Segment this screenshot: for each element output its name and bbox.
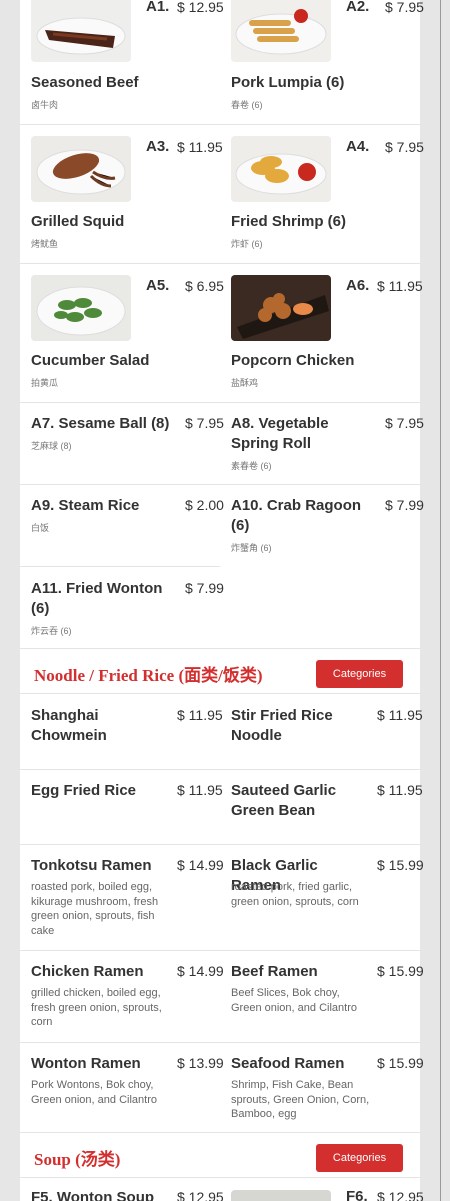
item-description: roasted pork, fried garlic, green onion,…: [231, 881, 359, 908]
soup-photo[interactable]: [231, 1190, 331, 1201]
item-price: $ 2.00: [185, 497, 224, 513]
row-divider: [20, 566, 220, 567]
cucumber-salad-photo[interactable]: [31, 275, 131, 341]
fried-shrimp-photo[interactable]: [231, 136, 331, 202]
item-price: $ 15.99: [377, 857, 424, 873]
row-divider: [20, 402, 420, 403]
item-name[interactable]: F5. Wonton Soup: [31, 1188, 171, 1201]
item-name[interactable]: Seasoned Beef: [31, 73, 139, 93]
item-name[interactable]: A11. Fried Wonton (6): [31, 579, 181, 619]
seasoned-beef-photo[interactable]: [31, 0, 131, 62]
item-price: $ 7.95: [385, 0, 424, 15]
item-code: A5.: [146, 277, 170, 294]
item-name[interactable]: A8. Vegetable Spring Roll: [231, 414, 376, 454]
item-price: $ 11.95: [177, 707, 223, 723]
item-chinese-name: 炸蟹角 (6): [231, 543, 272, 553]
item-name[interactable]: Cucumber Salad: [31, 351, 149, 371]
item-price: $ 11.95: [377, 782, 423, 798]
item-name[interactable]: Sauteed Garlic Green Bean: [231, 781, 371, 821]
item-name[interactable]: Egg Fried Rice: [31, 781, 171, 801]
item-price: $ 15.99: [377, 963, 424, 979]
item-name[interactable]: A7. Sesame Ball (8): [31, 414, 181, 434]
item-price: $ 6.95: [185, 278, 224, 294]
item-price: $ 12.95: [377, 1189, 424, 1201]
item-name[interactable]: Beef Ramen: [231, 962, 371, 982]
categories-button[interactable]: Categories: [316, 1144, 403, 1172]
item-price: $ 11.95: [377, 707, 423, 723]
item-code: A3.: [146, 138, 170, 155]
item-name[interactable]: Fried Shrimp (6): [231, 212, 346, 232]
row-divider: [20, 844, 420, 845]
item-description: Pork Wontons, Bok choy, Green onion, and…: [31, 1079, 157, 1106]
grilled-squid-photo[interactable]: [31, 136, 131, 202]
pork-lumpia-photo[interactable]: [231, 0, 331, 62]
item-price: $ 12.95: [177, 0, 224, 15]
section-title: Noodle / Fried Rice (面类/饭类): [34, 666, 263, 685]
item-chinese-name: 盐酥鸡: [231, 378, 259, 388]
row-divider: [20, 484, 420, 485]
item-chinese-name: 白饭: [31, 523, 50, 533]
row-divider: [20, 124, 420, 125]
item-chinese-name: 炸云吞 (6): [31, 626, 72, 636]
item-name[interactable]: A9. Steam Rice: [31, 496, 181, 516]
item-price: $ 13.99: [177, 1055, 224, 1071]
section-header-noodle: Noodle / Fried Rice (面类/饭类) Categories: [20, 648, 420, 694]
item-name[interactable]: Chicken Ramen: [31, 962, 171, 982]
item-price: $ 7.99: [385, 497, 424, 513]
item-name[interactable]: Wonton Ramen: [31, 1054, 171, 1074]
item-price: $ 11.95: [177, 782, 223, 798]
item-description: roasted pork, boiled egg, kikurage mushr…: [31, 881, 159, 937]
item-chinese-name: 春卷 (6): [231, 100, 263, 110]
item-price: $ 7.95: [385, 139, 424, 155]
item-name[interactable]: Grilled Squid: [31, 212, 124, 232]
item-code: A2.: [346, 0, 370, 15]
item-description: Shrimp, Fish Cake, Bean sprouts, Green O…: [231, 1079, 370, 1120]
item-price: $ 11.95: [177, 139, 223, 155]
item-chinese-name: 卤牛肉: [31, 100, 59, 110]
item-code: A1.: [146, 0, 170, 15]
scrollbar-track[interactable]: [440, 0, 441, 1201]
item-price: $ 7.95: [185, 415, 224, 431]
row-divider: [20, 1042, 420, 1043]
item-code: F6.: [346, 1188, 368, 1201]
item-price: $ 7.95: [385, 415, 424, 431]
section-header-soup: Soup (汤类) Categories: [20, 1132, 420, 1178]
item-chinese-name: 烤鱿鱼: [31, 239, 59, 249]
item-chinese-name: 炸虾 (6): [231, 239, 263, 249]
row-divider: [20, 950, 420, 951]
item-name[interactable]: Shanghai Chowmein: [31, 706, 171, 746]
item-chinese-name: 拍黄瓜: [31, 378, 59, 388]
item-name[interactable]: Tonkotsu Ramen: [31, 856, 171, 876]
item-description: grilled chicken, boiled egg, fresh green…: [31, 987, 162, 1028]
item-description: Beef Slices, Bok choy, Green onion, and …: [231, 987, 357, 1014]
item-name[interactable]: Seafood Ramen: [231, 1054, 371, 1074]
categories-button[interactable]: Categories: [316, 660, 403, 688]
page-gutter: [420, 0, 450, 1201]
item-code: A6.: [346, 277, 370, 294]
item-price: $ 15.99: [377, 1055, 424, 1071]
row-divider: [20, 769, 420, 770]
item-name[interactable]: Stir Fried Rice Noodle: [231, 706, 371, 746]
item-chinese-name: 芝麻球 (8): [31, 441, 72, 451]
item-name[interactable]: Pork Lumpia (6): [231, 73, 344, 93]
item-price: $ 11.95: [377, 278, 423, 294]
row-divider: [20, 263, 420, 264]
item-name[interactable]: A10. Crab Ragoon (6): [231, 496, 376, 536]
item-code: A4.: [346, 138, 370, 155]
popcorn-chicken-photo[interactable]: [231, 275, 331, 341]
item-price: $ 7.99: [185, 580, 224, 596]
item-price: $ 14.99: [177, 963, 224, 979]
item-price: $ 12.95: [177, 1189, 224, 1201]
item-chinese-name: 素春卷 (6): [231, 461, 272, 471]
section-title: Soup (汤类): [34, 1150, 121, 1169]
item-price: $ 14.99: [177, 857, 224, 873]
item-name[interactable]: Popcorn Chicken: [231, 351, 354, 371]
